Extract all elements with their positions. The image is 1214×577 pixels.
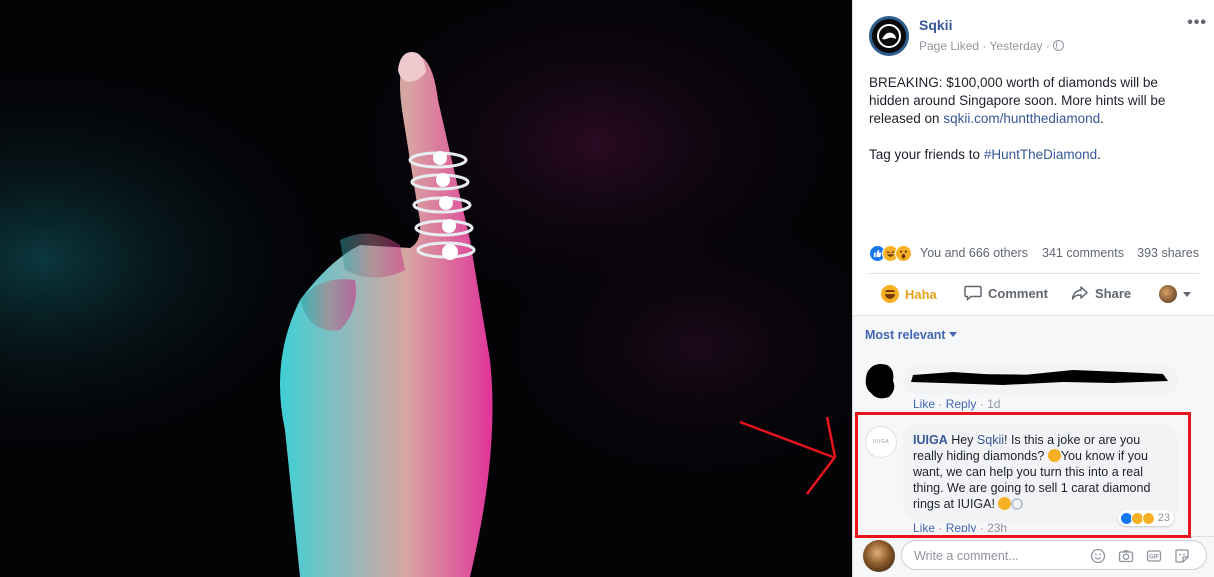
comment-icon — [964, 285, 982, 301]
comment-2-reply-link[interactable]: Reply — [946, 521, 977, 532]
page-avatar[interactable] — [869, 16, 909, 56]
comments-section: Most relevant Like · Reply · 1d IUIGA IU… — [853, 315, 1214, 577]
divider — [869, 273, 1199, 274]
emoji-icon[interactable] — [1090, 548, 1106, 564]
sticker-icon[interactable] — [1174, 548, 1190, 564]
user-avatar — [1159, 285, 1177, 303]
haha-icon — [881, 285, 899, 303]
haha-reaction-button[interactable]: Haha — [881, 285, 937, 303]
share-count-link[interactable]: 393 shares — [1137, 246, 1199, 260]
iuiga-avatar-logo: IUIGA — [872, 439, 890, 445]
reaction-icons[interactable] — [869, 245, 919, 263]
post-paragraph-1: BREAKING: $100,000 worth of diamonds wil… — [869, 74, 1199, 128]
comment-input-placeholder: Write a comment... — [914, 549, 1019, 563]
post-paragraph-2: Tag your friends to #HuntTheDiamond. — [869, 146, 1199, 164]
comment-1-actions: Like · Reply · 1d — [913, 397, 1001, 411]
comment-sort-dropdown[interactable]: Most relevant — [865, 328, 957, 342]
hand-with-diamond-rings-image — [0, 0, 852, 577]
svg-text:GIF: GIF — [1149, 555, 1159, 561]
wow-icon — [895, 245, 912, 262]
ring-emoji-icon — [1011, 498, 1024, 510]
share-label: Share — [1095, 285, 1132, 301]
chevron-down-icon — [1183, 291, 1191, 297]
post-photo[interactable] — [0, 0, 852, 577]
comment-sort-label: Most relevant — [865, 328, 946, 342]
post-side-panel: Sqkii Page Liked · Yesterday · ••• BREAK… — [852, 0, 1214, 577]
comment-1-like-link[interactable]: Like — [913, 397, 935, 411]
post-actions: Haha Comment Share — [869, 280, 1199, 308]
iuiga-avatar[interactable]: IUIGA — [865, 426, 897, 458]
comment-label: Comment — [988, 285, 1048, 301]
mention-link[interactable]: Sqkii — [977, 433, 1004, 447]
comment-2-time[interactable]: 23h — [987, 521, 1007, 532]
gif-icon[interactable]: GIF — [1146, 548, 1162, 564]
comment-input[interactable]: Write a comment... GIF — [901, 540, 1207, 570]
comment-reaction-count: 23 — [1157, 512, 1170, 524]
post-text: BREAKING: $100,000 worth of diamonds wil… — [869, 74, 1199, 182]
more-icon[interactable]: ••• — [1187, 14, 1207, 32]
post-text-2-end: . — [1097, 147, 1101, 162]
user-avatar[interactable] — [863, 540, 895, 572]
comment-button[interactable]: Comment — [964, 285, 1048, 301]
chevron-down-icon — [948, 332, 957, 337]
post-meta: Page Liked · Yesterday · — [919, 39, 1064, 53]
sqkii-logo-icon — [877, 24, 901, 48]
haha-label: Haha — [905, 286, 937, 302]
comment-reactions[interactable]: 23 — [1117, 510, 1174, 526]
astonished-emoji-icon — [1047, 449, 1061, 462]
comment-count-link[interactable]: 341 comments — [1042, 246, 1124, 260]
comment-2-actions: Like · Reply · 23h — [913, 521, 1007, 532]
comment-2-like-link[interactable]: Like — [913, 521, 935, 532]
smile-emoji-icon — [998, 497, 1012, 510]
redacted-comment — [865, 364, 1178, 399]
post-link[interactable]: sqkii.com/huntthediamond — [943, 111, 1100, 126]
hashtag-link[interactable]: #HuntTheDiamond — [984, 147, 1097, 162]
comment-1-reply-link[interactable]: Reply — [946, 397, 977, 411]
comment-2-bubble: IUIGA Hey Sqkii! Is this a joke or are y… — [903, 424, 1178, 526]
reaction-count-link[interactable]: You and 666 others — [920, 246, 1028, 260]
wow-icon — [1141, 511, 1155, 525]
camera-icon[interactable] — [1118, 548, 1134, 564]
post-meta-text: Page Liked · Yesterday · — [919, 39, 1050, 53]
posting-as-selector[interactable] — [1159, 285, 1191, 303]
write-comment-row: Write a comment... GIF — [853, 536, 1214, 577]
comment-prefix: Hey — [947, 433, 977, 447]
post-stats: You and 666 others 341 comments 393 shar… — [869, 244, 1199, 264]
comment-1-time[interactable]: 1d — [987, 397, 1000, 411]
post-text-2: Tag your friends to — [869, 147, 984, 162]
globe-icon — [1052, 40, 1064, 51]
post-header: Sqkii Page Liked · Yesterday · ••• — [869, 14, 1206, 58]
share-button[interactable]: Share — [1071, 285, 1131, 301]
share-icon — [1071, 286, 1088, 300]
page-name-link[interactable]: Sqkii — [919, 17, 952, 33]
comment-author-link[interactable]: IUIGA — [913, 433, 948, 447]
post-text-1-end: . — [1100, 111, 1104, 126]
